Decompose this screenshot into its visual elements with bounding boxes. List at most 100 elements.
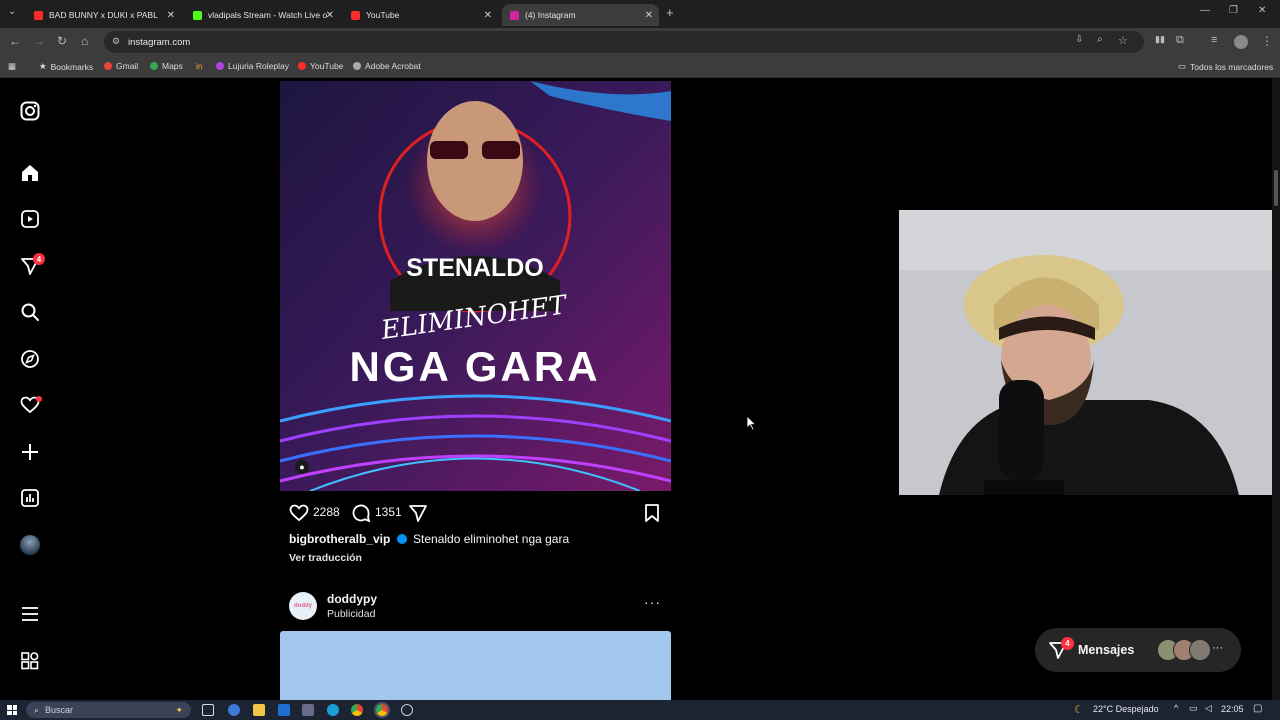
notification-dot	[36, 396, 42, 402]
more-options-icon[interactable]: ···	[644, 594, 661, 610]
extensions-puzzle-icon[interactable]: ⧉	[1176, 34, 1184, 47]
save-bookmark-icon[interactable]	[642, 503, 662, 526]
url-input[interactable]: ⚙ instagram.com	[104, 31, 1144, 53]
clock-time[interactable]: 22:05	[1221, 704, 1244, 714]
apps-grid-icon[interactable]: ▦	[8, 61, 16, 72]
messages-label: Mensajes	[1078, 643, 1135, 657]
scrollbar-thumb[interactable]	[1274, 170, 1278, 206]
forward-icon[interactable]: →	[33, 34, 45, 48]
youtube-favicon-icon	[34, 10, 43, 20]
folder-icon: ▭	[1178, 61, 1187, 71]
chrome-active-icon[interactable]	[376, 704, 388, 716]
contact-avatar	[1189, 639, 1211, 661]
ad-avatar[interactable]: doddy	[289, 592, 317, 620]
tagged-user-icon[interactable]: ●	[295, 460, 309, 474]
instagram-favicon-icon	[510, 10, 519, 20]
post-image[interactable]: STENALDO ELIMINOHET NGA GARA ●	[280, 81, 671, 491]
outlook-icon[interactable]	[278, 704, 290, 716]
bookmark-bookmarks[interactable]: ★ Bookmarks	[39, 61, 93, 72]
caption-text: Stenaldo eliminohet nga gara	[413, 532, 570, 546]
minimize-icon[interactable]: —	[1200, 5, 1210, 16]
comment-icon[interactable]	[351, 503, 371, 526]
comment-count[interactable]: 1351	[375, 505, 402, 519]
maps-icon	[150, 62, 158, 70]
explore-icon[interactable]	[19, 348, 41, 370]
new-tab-icon[interactable]: +	[666, 5, 674, 20]
bookmark-acrobat[interactable]: Adobe Acrobat	[353, 61, 421, 71]
bookmark-lujuria[interactable]: Lujuria Roleplay	[216, 61, 289, 71]
tray-chevron-icon[interactable]: ^	[1174, 703, 1178, 713]
like-count[interactable]: 2288	[313, 505, 340, 519]
youtube-icon	[298, 62, 306, 70]
bookmark-star-icon[interactable]: ☆	[1118, 34, 1128, 47]
messages-button[interactable]: 4 Mensajes ···	[1035, 628, 1241, 672]
close-tab-icon[interactable]: ✕	[167, 10, 175, 21]
translate-link[interactable]: Ver traducción	[289, 552, 362, 564]
more-contacts-icon: ···	[1212, 642, 1223, 654]
star-icon: ★	[39, 61, 47, 71]
home-icon[interactable]	[19, 162, 41, 184]
site-info-icon[interactable]: ⚙	[112, 36, 120, 47]
reload-icon[interactable]: ↻	[57, 34, 67, 48]
close-tab-icon[interactable]: ✕	[645, 10, 653, 21]
instagram-logo-icon[interactable]	[19, 100, 41, 122]
media-control-icon[interactable]: ≡	[1211, 34, 1217, 46]
create-icon[interactable]	[19, 441, 41, 463]
tab-instagram[interactable]: (4) Instagram ✕	[502, 4, 659, 26]
tab-kick-stream[interactable]: vladipals Stream - Watch Live o ✕	[185, 4, 340, 26]
like-icon[interactable]	[289, 503, 309, 526]
instagram-sidebar: 4	[0, 78, 60, 700]
profile-avatar[interactable]	[19, 534, 41, 556]
zoom-icon[interactable]: ⌕	[1097, 34, 1103, 45]
windows-taskbar: ⌕ Buscar ✦ ☾ 22°C Despejado ^ ▭ ◁ 22:05 …	[0, 700, 1280, 720]
copilot-icon[interactable]	[228, 704, 240, 716]
task-view-icon[interactable]	[202, 704, 214, 716]
windows-start-icon[interactable]	[7, 705, 17, 715]
close-window-icon[interactable]: ✕	[1258, 5, 1266, 16]
store-icon[interactable]	[302, 704, 314, 716]
page-scrollbar[interactable]	[1272, 78, 1280, 700]
bookmark-youtube[interactable]: YouTube	[298, 61, 343, 71]
close-tab-icon[interactable]: ✕	[484, 10, 492, 21]
back-icon[interactable]: ←	[9, 34, 21, 48]
chrome-menu-icon[interactable]: ⋮	[1261, 34, 1273, 48]
post-actions: 2288 1351	[289, 502, 664, 526]
tab-youtube[interactable]: YouTube ✕	[343, 4, 498, 26]
app-icon[interactable]	[401, 704, 413, 716]
chrome-icon[interactable]	[351, 704, 363, 716]
search-icon: ⌕	[34, 704, 40, 715]
install-app-icon[interactable]: ⇩	[1075, 34, 1083, 45]
post-headline-text: NGA GARA	[349, 343, 600, 390]
more-apps-icon[interactable]	[19, 650, 41, 672]
search-icon[interactable]	[19, 301, 41, 323]
notification-center-icon[interactable]: ▢	[1253, 703, 1262, 714]
ad-username[interactable]: doddypy	[327, 592, 377, 606]
youtube-favicon-icon	[351, 10, 360, 20]
ad-sponsored-label: Publicidad	[327, 608, 376, 620]
bookmark-gmail[interactable]: Gmail	[104, 61, 138, 71]
weather-text[interactable]: 22°C Despejado	[1093, 704, 1159, 714]
profile-avatar[interactable]	[1234, 35, 1248, 49]
tray-volume-icon[interactable]: ◁	[1205, 703, 1212, 714]
tab-search-icon[interactable]: ⌄	[8, 6, 16, 17]
share-icon[interactable]	[408, 503, 428, 526]
kick-favicon-icon	[193, 10, 202, 20]
close-tab-icon[interactable]: ✕	[326, 10, 334, 21]
maximize-icon[interactable]: ❐	[1229, 5, 1238, 16]
post-username[interactable]: bigbrotheralb_vip	[289, 532, 390, 546]
bookmark-in[interactable]: in	[196, 61, 203, 71]
taskbar-search-input[interactable]: ⌕ Buscar ✦	[26, 702, 191, 718]
tab-bad-bunny[interactable]: BAD BUNNY x DUKI x PABL ✕	[26, 4, 181, 26]
ad-image[interactable]	[280, 631, 671, 700]
dashboard-icon[interactable]	[19, 487, 41, 509]
tray-network-icon[interactable]: ▭	[1189, 703, 1198, 714]
menu-icon[interactable]	[19, 603, 41, 625]
reels-icon[interactable]	[19, 208, 41, 230]
edge-icon[interactable]	[327, 704, 339, 716]
extension-icon[interactable]: ▮▮	[1155, 34, 1165, 45]
bookmark-maps[interactable]: Maps	[150, 61, 183, 71]
messages-badge: 4	[33, 253, 45, 265]
file-explorer-icon[interactable]	[253, 704, 265, 716]
all-bookmarks-folder[interactable]: ▭ Todos los marcadores	[1178, 61, 1273, 72]
home-icon[interactable]: ⌂	[81, 34, 88, 48]
